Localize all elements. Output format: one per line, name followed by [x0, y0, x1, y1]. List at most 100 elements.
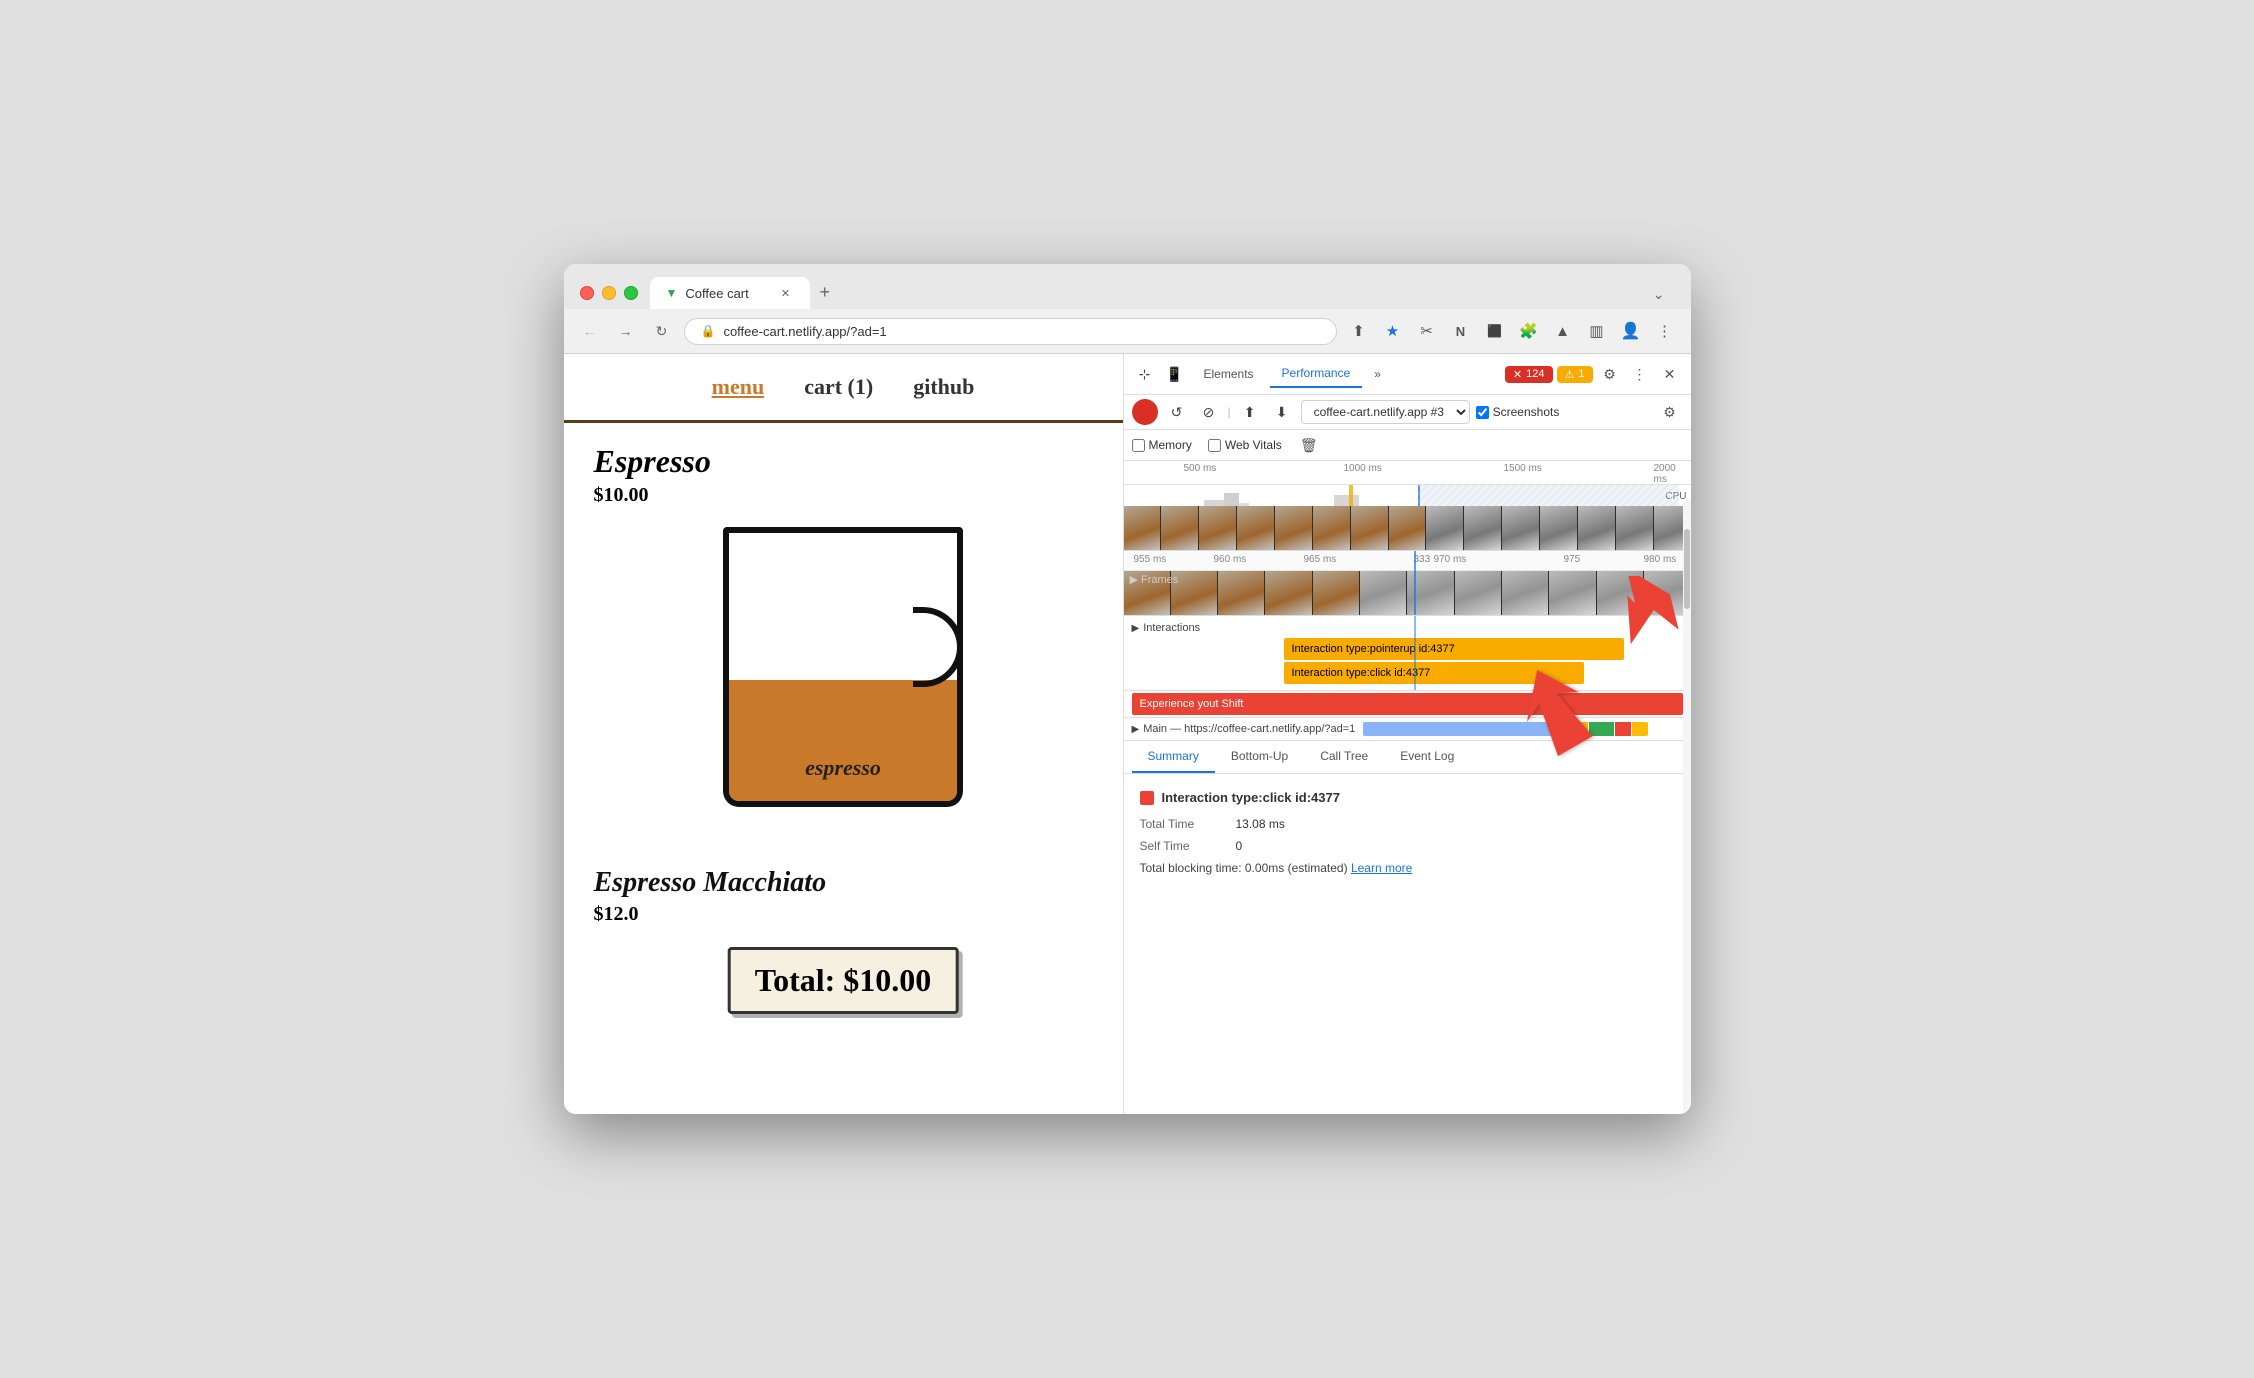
blocking-time-row: Total blocking time: 0.00ms (estimated) …: [1140, 861, 1675, 875]
frame-thumb: [1218, 571, 1265, 615]
main-thread-expand: ▶: [1132, 724, 1140, 735]
scissors-button[interactable]: ✂: [1413, 317, 1441, 345]
extension1-button[interactable]: ⬛: [1481, 317, 1509, 345]
tab-elements[interactable]: Elements: [1192, 361, 1266, 387]
download-profile-button[interactable]: ⬇: [1269, 399, 1295, 425]
frame-mark-980: 980 ms: [1644, 554, 1677, 565]
active-tab[interactable]: ▼ Coffee cart ✕: [650, 277, 810, 309]
screenshot-thumb: [1313, 506, 1351, 550]
record-button[interactable]: [1132, 399, 1158, 425]
capture-settings-button[interactable]: ⚙: [1657, 399, 1683, 425]
nav-menu-link[interactable]: menu: [712, 374, 765, 400]
back-button[interactable]: ←: [576, 317, 604, 345]
frame-thumb: [1597, 571, 1644, 615]
content-area: menu cart (1) github Espresso $10.00 esp…: [564, 354, 1691, 1114]
devtools-more-button[interactable]: ⋮: [1627, 361, 1653, 387]
screenshots-checkbox-input[interactable]: [1476, 406, 1489, 419]
frame-thumb: [1455, 571, 1502, 615]
interactions-label: Interactions: [1143, 622, 1200, 634]
coffee2-price: $12.0: [594, 903, 1093, 926]
self-time-row: Self Time 0: [1140, 839, 1675, 853]
warn-count: 1: [1578, 368, 1584, 380]
screenshot-thumb: [1389, 506, 1427, 550]
memory-checkbox-label[interactable]: Memory: [1132, 438, 1192, 452]
interactions-area: ▶ Interactions Interaction type:pointeru…: [1124, 616, 1691, 691]
tab-summary[interactable]: Summary: [1132, 741, 1215, 773]
bottom-tabs: Summary Bottom-Up Call Tree Event Log: [1124, 741, 1691, 774]
menu-button[interactable]: ⋮: [1651, 317, 1679, 345]
close-button[interactable]: [580, 286, 594, 300]
clear-profile-button[interactable]: 🗑: [1298, 434, 1320, 456]
bookmark-button[interactable]: ★: [1379, 317, 1407, 345]
coffee-content: Espresso $10.00 espresso Espresso Macchi…: [564, 423, 1123, 946]
target-selector[interactable]: coffee-cart.netlify.app #3: [1301, 400, 1470, 424]
notion-button[interactable]: N: [1447, 317, 1475, 345]
ruler-mark-1000: 1000 ms: [1344, 463, 1382, 474]
ruler-mark-1500: 1500 ms: [1504, 463, 1542, 474]
screenshot-thumb: [1616, 506, 1654, 550]
reload-profiling-button[interactable]: ↺: [1164, 399, 1190, 425]
new-tab-button[interactable]: +: [810, 276, 841, 309]
expand-icon: ▶: [1132, 623, 1140, 634]
scrollbar-thumb: [1684, 529, 1690, 609]
frame-mark-955: 955 ms: [1134, 554, 1167, 565]
web-vitals-checkbox[interactable]: [1208, 439, 1221, 452]
tab-call-tree[interactable]: Call Tree: [1304, 741, 1384, 773]
puzzle-button[interactable]: 🧩: [1515, 317, 1543, 345]
main-thread-bar: [1363, 722, 1682, 736]
tab-title: Coffee cart: [685, 286, 769, 301]
more-tabs[interactable]: »: [1366, 367, 1389, 381]
forward-button[interactable]: →: [612, 317, 640, 345]
frames-area: 955 ms 960 ms 965 ms 333 970 ms 975 980 …: [1124, 551, 1691, 616]
lock-icon: 🔒: [701, 324, 716, 338]
thread-segment-blue: [1363, 722, 1555, 736]
devtools-toolbar2: ↺ ⊘ | ⬆ ⬇ coffee-cart.netlify.app #3 Scr…: [1124, 395, 1691, 430]
reload-button[interactable]: ↻: [648, 317, 676, 345]
address-url: coffee-cart.netlify.app/?ad=1: [723, 324, 886, 339]
memory-checkbox[interactable]: [1132, 439, 1145, 452]
screenshot-thumb: [1502, 506, 1540, 550]
screenshot-thumb: [1578, 506, 1616, 550]
interaction-selection-line: [1414, 616, 1416, 690]
address-bar[interactable]: 🔒 coffee-cart.netlify.app #3 coffee-cart…: [684, 318, 1337, 345]
devtools-scrollbar[interactable]: [1683, 499, 1691, 1114]
thread-segment-yellow: [1556, 722, 1588, 736]
minimize-button[interactable]: [602, 286, 616, 300]
upload-profile-button[interactable]: ⬆: [1237, 399, 1263, 425]
tab-close-button[interactable]: ✕: [778, 285, 794, 301]
profile-button[interactable]: 👤: [1617, 317, 1645, 345]
web-vitals-checkbox-label[interactable]: Web Vitals: [1208, 438, 1282, 452]
nav-cart-link[interactable]: cart (1): [804, 374, 873, 400]
sidebar-button[interactable]: ▥: [1583, 317, 1611, 345]
tab-performance[interactable]: Performance: [1270, 360, 1363, 388]
experience-row: Experience yout Shift: [1124, 691, 1691, 718]
share-button[interactable]: ⬆: [1345, 317, 1373, 345]
devtools-settings-button[interactable]: ⚙: [1597, 361, 1623, 387]
timeline-area: 500 ms 1000 ms 1500 ms 2000 ms CPU NET: [1124, 461, 1691, 551]
nav-github-link[interactable]: github: [913, 374, 974, 400]
inspect-element-button[interactable]: ⊹: [1132, 361, 1158, 387]
screenshots-label: Screenshots: [1493, 405, 1560, 419]
summary-color-indicator: [1140, 791, 1154, 805]
learn-more-link[interactable]: Learn more: [1351, 861, 1412, 875]
thread-segment-red: [1615, 722, 1631, 736]
thread-segment-green: [1589, 722, 1615, 736]
coffee-cup: espresso: [703, 527, 983, 847]
nav-actions: ⬆ ★ ✂ N ⬛ 🧩 ▲ ▥ 👤 ⋮: [1345, 317, 1679, 345]
frame-mark-960: 960 ms: [1214, 554, 1247, 565]
web-vitals-label: Web Vitals: [1225, 438, 1282, 452]
total-time-value: 13.08 ms: [1236, 817, 1285, 831]
screenshots-checkbox-label[interactable]: Screenshots: [1476, 405, 1560, 419]
tab-expand-button[interactable]: ⌄: [1643, 280, 1675, 309]
maximize-button[interactable]: [624, 286, 638, 300]
devtools-close-button[interactable]: ✕: [1657, 361, 1683, 387]
tab-event-log[interactable]: Event Log: [1384, 741, 1470, 773]
frame-thumb: [1549, 571, 1596, 615]
clear-button[interactable]: ⊘: [1196, 399, 1222, 425]
blocking-time-text: Total blocking time: 0.00ms (estimated): [1140, 861, 1348, 875]
summary-title-row: Interaction type:click id:4377: [1140, 790, 1675, 805]
device-toolbar-button[interactable]: 📱: [1162, 361, 1188, 387]
tab-bottom-up[interactable]: Bottom-Up: [1215, 741, 1304, 773]
warn-icon: ⚠: [1565, 368, 1575, 381]
tower-button[interactable]: ▲: [1549, 317, 1577, 345]
